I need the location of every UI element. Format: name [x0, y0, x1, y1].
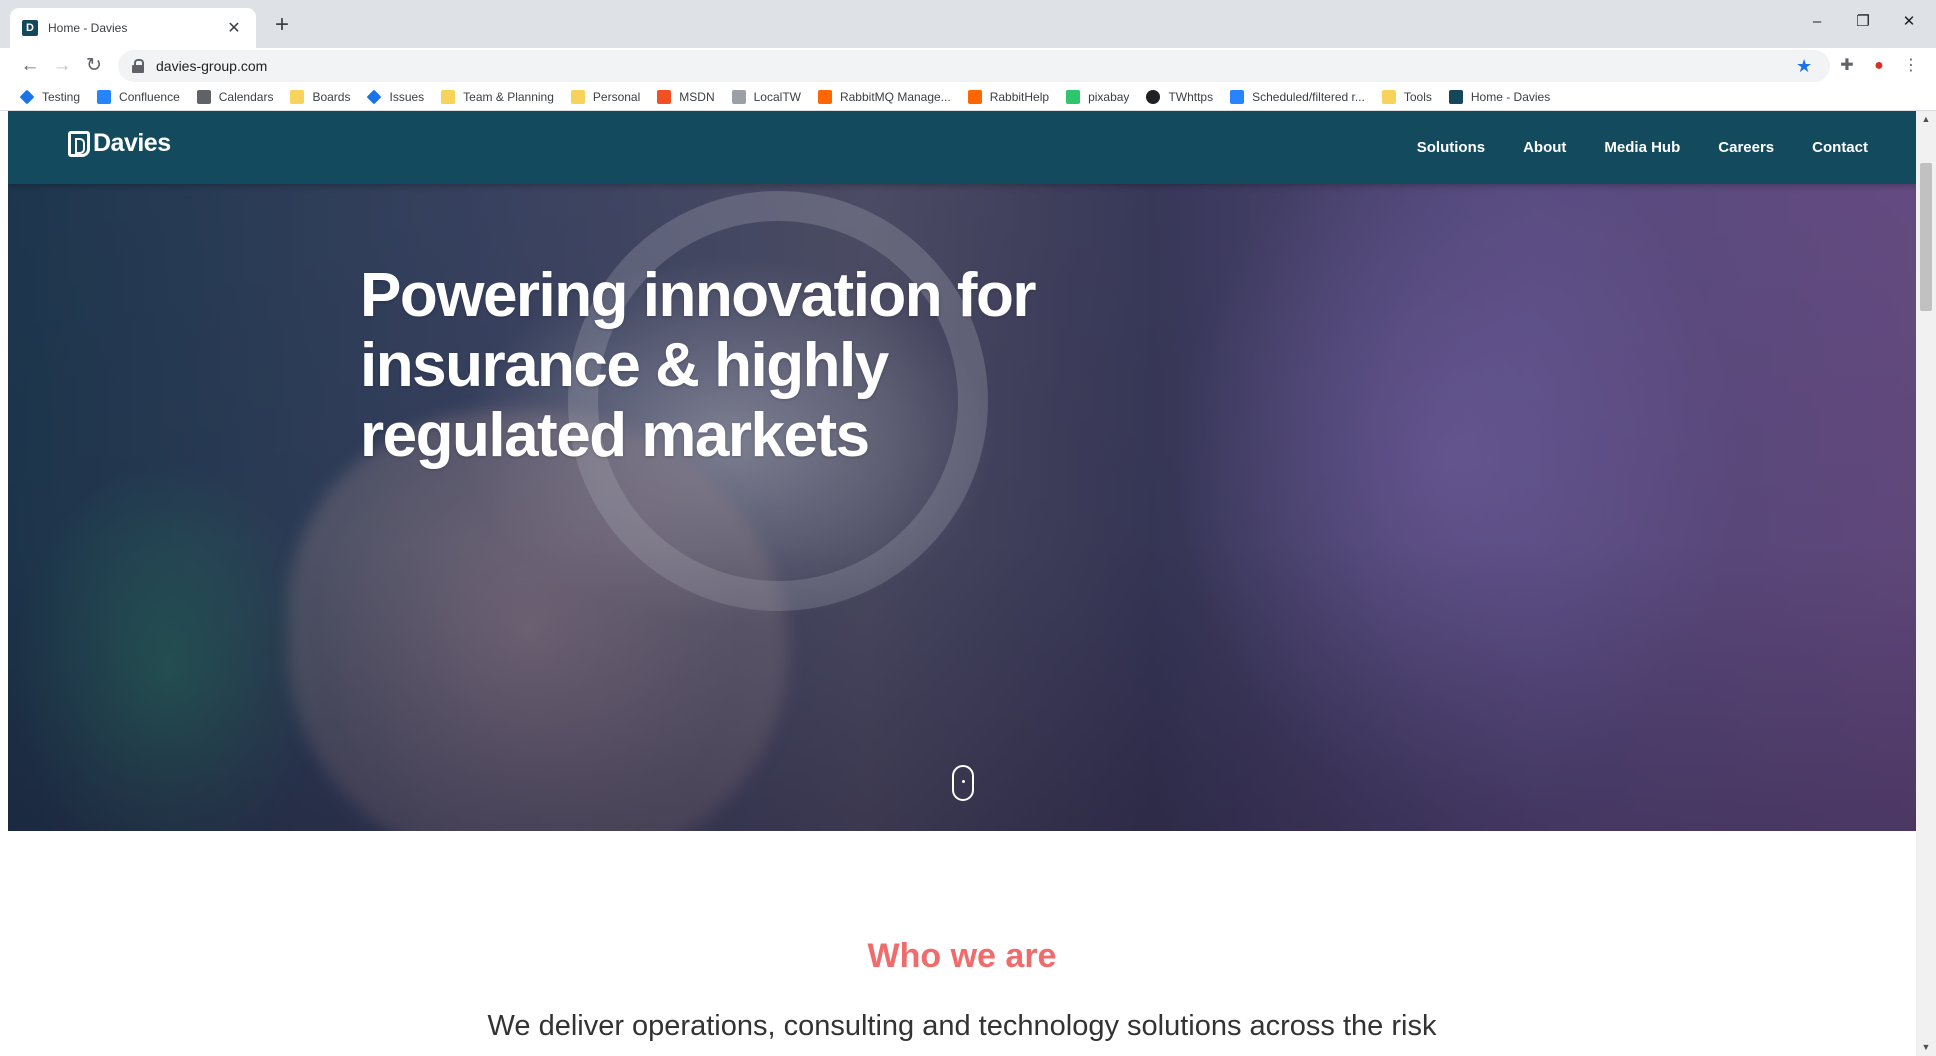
bookmark-star-icon[interactable]: ★: [1796, 52, 1812, 80]
hero-headline: Powering innovation for insurance & high…: [360, 261, 1037, 470]
bookmark-item[interactable]: RabbitHelp: [967, 90, 1050, 104]
browser-tab[interactable]: D Home - Davies ✕: [10, 8, 256, 48]
bookmark-item[interactable]: LocalTW: [731, 90, 801, 104]
bookmarks-bar: Testing Confluence Calendars Boards Issues Te…: [0, 84, 1936, 111]
bookmark-item[interactable]: Boards: [290, 90, 350, 104]
reload-icon[interactable]: ↻: [80, 52, 108, 80]
browser-chrome: D Home - Davies ✕ + – ❐ ✕ ← → ↻ davies-g…: [0, 0, 1936, 111]
new-tab-button[interactable]: +: [268, 12, 296, 40]
intro-paragraph: We deliver operations, consulting and te…: [487, 1010, 1437, 1042]
tab-strip: D Home - Davies ✕ + – ❐ ✕: [0, 0, 1936, 48]
scroll-up-arrow-icon[interactable]: ▲: [1916, 111, 1936, 128]
lock-icon: [132, 59, 144, 73]
nav-about[interactable]: About: [1523, 139, 1566, 156]
back-arrow-icon[interactable]: ←: [16, 52, 44, 80]
bookmark-label: Home - Davies: [1470, 90, 1551, 104]
bookmark-item[interactable]: Confluence: [97, 90, 180, 104]
folder-icon: [441, 90, 456, 104]
nav-careers[interactable]: Careers: [1718, 139, 1774, 156]
davies-logo-mark-icon: [68, 130, 90, 157]
main-nav: Solutions About Media Hub Careers Contac…: [1379, 111, 1868, 184]
folder-icon: [290, 90, 305, 104]
scrollbar-thumb[interactable]: [1920, 163, 1932, 311]
bookmark-label: Issues: [389, 90, 425, 104]
folder-icon: [570, 90, 585, 104]
bookmark-item[interactable]: pixabay: [1066, 90, 1129, 104]
forward-arrow-icon[interactable]: →: [48, 52, 76, 80]
diamond-icon: [367, 89, 382, 105]
hero-banner: Powering innovation for insurance & high…: [8, 111, 1916, 831]
site-header: Davies Solutions About Media Hub Careers…: [8, 111, 1916, 184]
close-window-button[interactable]: ✕: [1886, 8, 1932, 36]
web-page: Powering innovation for insurance & high…: [8, 111, 1916, 1056]
bookmark-label: Scheduled/filtered r...: [1252, 90, 1365, 104]
bookmark-label: Team & Planning: [463, 90, 554, 104]
nav-solutions[interactable]: Solutions: [1417, 139, 1485, 156]
bookmark-label: RabbitMQ Manage...: [839, 90, 951, 104]
tab-title: Home - Davies: [48, 21, 128, 35]
section-heading-who-we-are: Who we are: [867, 937, 1057, 975]
bookmark-item[interactable]: Team & Planning: [441, 90, 554, 104]
profile-avatar-icon[interactable]: ●: [1866, 52, 1892, 80]
bookmark-item[interactable]: Home - Davies: [1448, 90, 1551, 104]
nav-contact[interactable]: Contact: [1812, 139, 1868, 156]
bookmark-item[interactable]: Issues: [367, 89, 425, 105]
scroll-down-arrow-icon[interactable]: ▼: [1916, 1039, 1936, 1056]
bookmark-label: MSDN: [679, 90, 715, 104]
address-bar[interactable]: davies-group.com: [118, 50, 1830, 82]
bookmark-item[interactable]: Calendars: [196, 90, 274, 104]
menu-kebab-icon[interactable]: ⋮: [1898, 52, 1924, 80]
logo-text: Davies: [93, 129, 171, 157]
bookmark-label: TWhttps: [1168, 90, 1214, 104]
davies-favicon-icon: [1448, 90, 1463, 104]
bookmark-label: Testing: [42, 90, 81, 104]
page-icon: [731, 90, 746, 104]
rabbitmq-icon: [817, 90, 832, 104]
bookmark-item[interactable]: Testing: [19, 89, 81, 105]
bookmark-label: Confluence: [119, 90, 180, 104]
bookmark-label: RabbitHelp: [989, 90, 1050, 104]
nav-media-hub[interactable]: Media Hub: [1604, 139, 1680, 156]
confluence-icon: [97, 90, 112, 104]
scroll-down-mouse-icon[interactable]: [952, 765, 974, 801]
rabbitmq-icon: [967, 90, 982, 104]
davies-logo[interactable]: Davies: [68, 129, 171, 158]
bookmark-item[interactable]: Personal: [570, 90, 641, 104]
bookmark-item[interactable]: RabbitMQ Manage...: [817, 90, 951, 104]
bookmark-label: LocalTW: [753, 90, 801, 104]
bookmark-item[interactable]: Tools: [1381, 90, 1432, 104]
pixabay-icon: [1066, 90, 1081, 104]
bookmark-label: pixabay: [1088, 90, 1130, 104]
bookmark-label: Calendars: [218, 90, 274, 104]
minimize-button[interactable]: –: [1794, 8, 1840, 36]
page-scrollbar[interactable]: ▲ ▼: [1916, 111, 1936, 1056]
url-text: davies-group.com: [156, 58, 268, 74]
bookmark-item[interactable]: MSDN: [657, 90, 715, 104]
folder-icon: [1381, 90, 1396, 104]
davies-favicon-icon: D: [22, 20, 38, 36]
bookmark-label: Personal: [592, 90, 641, 104]
browser-toolbar: ← → ↻ davies-group.com ★ ✚ ● ⋮: [0, 48, 1936, 84]
restore-button[interactable]: ❐: [1840, 8, 1886, 36]
bookmark-item[interactable]: Scheduled/filtered r...: [1230, 90, 1365, 104]
confluence-icon: [1230, 90, 1245, 104]
diamond-icon: [19, 89, 35, 105]
bookmark-label: Tools: [1403, 90, 1432, 104]
close-tab-icon[interactable]: ✕: [224, 18, 244, 38]
calendar-icon: [196, 90, 211, 104]
microsoft-icon: [657, 90, 672, 104]
bookmark-item[interactable]: TWhttps: [1146, 90, 1213, 104]
circle-1-icon: [1146, 90, 1161, 104]
bookmark-label: Boards: [312, 90, 351, 104]
extensions-puzzle-icon[interactable]: ✚: [1834, 52, 1860, 80]
